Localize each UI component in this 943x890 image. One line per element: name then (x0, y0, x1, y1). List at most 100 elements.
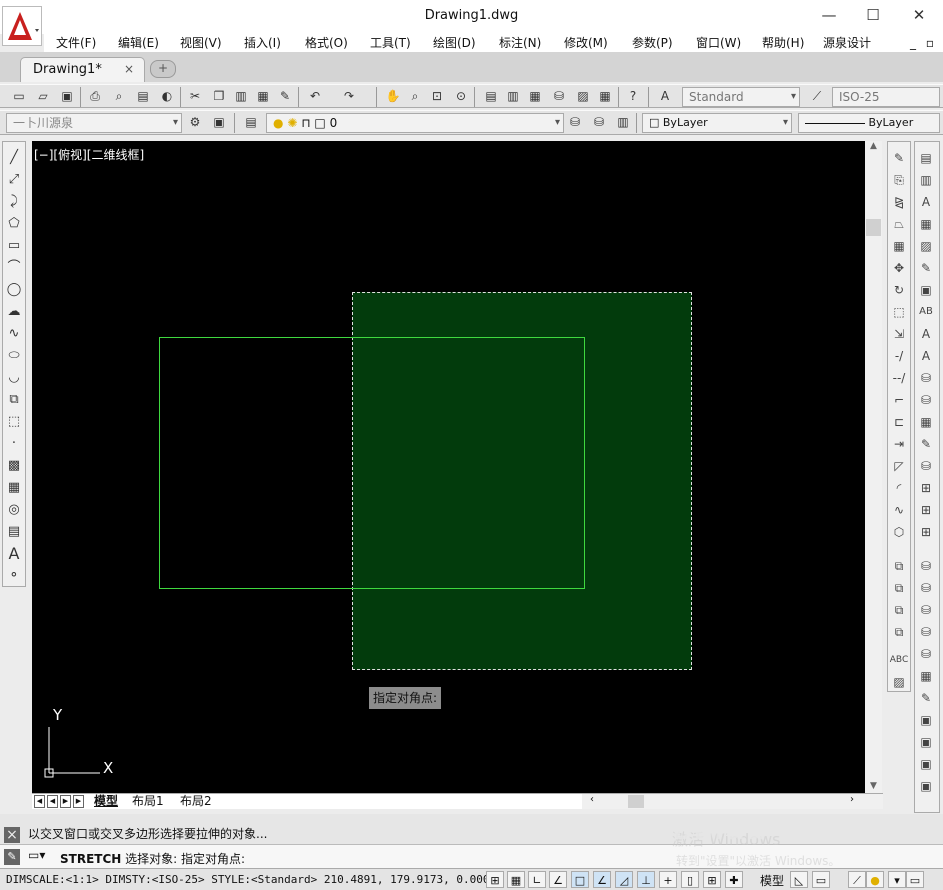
join-icon[interactable]: ⇥ (888, 434, 910, 454)
minimize-button[interactable]: — (806, 4, 852, 28)
match-properties-icon[interactable]: ▦ (254, 88, 272, 105)
new-file-icon[interactable]: ▭ (10, 88, 28, 105)
snap-mode-icon[interactable]: ▦ (507, 871, 525, 888)
linetype-select[interactable]: ByLayer (798, 113, 940, 133)
copy-icon[interactable]: ❐ (210, 88, 228, 105)
plugin-tool-5-icon[interactable]: ▨ (915, 236, 937, 256)
text-style-icon[interactable]: A (656, 88, 674, 105)
workspace-select[interactable]: 一卜川源泉 ▾ (6, 113, 182, 133)
save-icon[interactable]: ▣ (58, 88, 76, 105)
plugin-tool-23-icon[interactable]: ⛁ (915, 644, 937, 664)
plugin-tool-24-icon[interactable]: ▦ (915, 666, 937, 686)
last-layout-icon[interactable]: ▶ (73, 795, 84, 808)
menu-yuanquan[interactable]: 源泉设计 (823, 34, 871, 52)
hatch-back-icon[interactable]: ▨ (888, 672, 910, 692)
tool-palettes-icon[interactable]: ▦ (526, 88, 544, 105)
layer-select[interactable]: ● ✺ ⊓ □ 0 ▾ (266, 113, 564, 133)
circle-icon[interactable]: ◯ (3, 280, 25, 300)
tab-close-icon[interactable]: × (124, 62, 134, 76)
paste-icon[interactable]: ▥ (232, 88, 250, 105)
arc-icon[interactable]: ⌒ (3, 258, 25, 278)
command-input[interactable]: STRETCH 选择对象: 指定对角点: (60, 850, 245, 867)
object-snap-tracking-icon[interactable]: ⊥ (637, 871, 655, 888)
h-scroll-thumb[interactable] (628, 795, 644, 808)
plugin-tool-18-icon[interactable]: ⊞ (915, 522, 937, 542)
wrench-icon[interactable]: ✎ (4, 849, 20, 865)
region-icon[interactable]: ◎ (3, 500, 25, 520)
plugin-tool-20-icon[interactable]: ⛁ (915, 578, 937, 598)
layer-match-icon[interactable]: ▥ (614, 114, 632, 131)
new-tab-button[interactable]: + (150, 60, 176, 78)
draworder-front-icon[interactable]: ⧉ (888, 556, 910, 576)
dim-style-icon[interactable]: ⟋ (808, 88, 826, 105)
scroll-left-icon[interactable]: ‹ (590, 794, 594, 805)
menu-window[interactable]: 窗口(W) (696, 34, 741, 52)
object-snap-icon[interactable]: ∠ (593, 871, 611, 888)
calculator-icon[interactable]: ▦ (596, 88, 614, 105)
plugin-tool-4-icon[interactable]: ▦ (915, 214, 937, 234)
3d-osnap-icon[interactable]: ◿ (615, 871, 633, 888)
grid-display-icon[interactable]: ∟ (528, 871, 546, 888)
menu-modify[interactable]: 修改(M) (564, 34, 608, 52)
cut-icon[interactable]: ✂ (186, 88, 204, 105)
next-layout-icon[interactable]: ▶ (60, 795, 71, 808)
viewport-controls[interactable]: [−][俯视][二维线框] (34, 146, 144, 163)
extend-icon[interactable]: --/ (888, 368, 910, 388)
status-menu-icon[interactable]: ▾ (888, 871, 906, 888)
recent-commands-icon[interactable]: ▭▾ (28, 848, 45, 862)
sheet-set-icon[interactable]: ⛁ (550, 88, 568, 105)
layer-state-icon[interactable]: ▣ (210, 114, 228, 131)
array-icon[interactable]: ▦ (888, 236, 910, 256)
table-icon[interactable]: ▤ (3, 522, 25, 542)
model-space-label[interactable]: 模型 (760, 872, 784, 889)
plugin-tool-8-icon[interactable]: AB (915, 302, 937, 322)
markup-icon[interactable]: ▨ (574, 88, 592, 105)
draworder-under-icon[interactable]: ⧉ (888, 622, 910, 642)
menu-tools[interactable]: 工具(T) (370, 34, 411, 52)
plugin-tool-21-icon[interactable]: ⛁ (915, 600, 937, 620)
zoom-previous-icon[interactable]: ⊙ (452, 88, 470, 105)
drawing-canvas[interactable]: [−][俯视][二维线框] 指定对角点: Y X (32, 141, 865, 793)
add-selected-icon[interactable]: ⚬ (3, 566, 25, 586)
3d-print-icon[interactable]: ◐ (158, 88, 176, 105)
scroll-right-icon[interactable]: › (850, 794, 854, 805)
properties-icon[interactable]: ▤ (482, 88, 500, 105)
plugin-tool-26-icon[interactable]: ▣ (915, 710, 937, 730)
ortho-mode-icon[interactable]: ∠ (549, 871, 567, 888)
mirror-icon[interactable]: ⧎ (888, 192, 910, 212)
menu-dimension[interactable]: 标注(N) (499, 34, 541, 52)
plugin-tool-3-icon[interactable]: A (915, 192, 937, 212)
text-front-icon[interactable]: ABC (888, 650, 910, 670)
dynamic-input-icon[interactable]: ▯ (681, 871, 699, 888)
plugin-tool-27-icon[interactable]: ▣ (915, 732, 937, 752)
spline-icon[interactable]: ∿ (3, 324, 25, 344)
menu-file[interactable]: 文件(F) (56, 34, 96, 52)
application-menu-button[interactable] (2, 6, 42, 46)
construction-line-icon[interactable]: ⤢ (3, 170, 25, 190)
scroll-up-icon[interactable]: ▲ (865, 141, 882, 151)
point-icon[interactable]: · (3, 434, 25, 454)
tab-drawing1[interactable]: Drawing1* × (20, 57, 145, 82)
ellipse-arc-icon[interactable]: ◡ (3, 368, 25, 388)
plugin-tool-13-icon[interactable]: ▦ (915, 412, 937, 432)
plugin-tool-10-icon[interactable]: A (915, 346, 937, 366)
plugin-tool-15-icon[interactable]: ⛁ (915, 456, 937, 476)
stretch-icon[interactable]: ⇲ (888, 324, 910, 344)
maximize-button[interactable]: ☐ (850, 4, 896, 28)
zoom-realtime-icon[interactable]: ⌕ (406, 88, 424, 105)
menu-insert[interactable]: 插入(I) (244, 34, 281, 52)
quick-view-icon[interactable]: ▭ (812, 871, 830, 888)
doc-window-controls[interactable]: _ ▫ ✕ (910, 34, 943, 52)
help-icon[interactable]: ? (624, 88, 642, 105)
menu-draw[interactable]: 绘图(D) (433, 34, 476, 52)
line-icon[interactable]: ╱ (3, 148, 25, 168)
text-style-select[interactable]: Standard ▾ (682, 87, 800, 107)
plugin-tool-9-icon[interactable]: A (915, 324, 937, 344)
plugin-tool-16-icon[interactable]: ⊞ (915, 478, 937, 498)
polygon-icon[interactable]: ⬠ (3, 214, 25, 234)
plugin-tool-7-icon[interactable]: ▣ (915, 280, 937, 300)
trim-icon[interactable]: -/ (888, 346, 910, 366)
design-center-icon[interactable]: ▥ (504, 88, 522, 105)
lightbulb-icon[interactable]: ● (866, 871, 884, 888)
plugin-tool-22-icon[interactable]: ⛁ (915, 622, 937, 642)
